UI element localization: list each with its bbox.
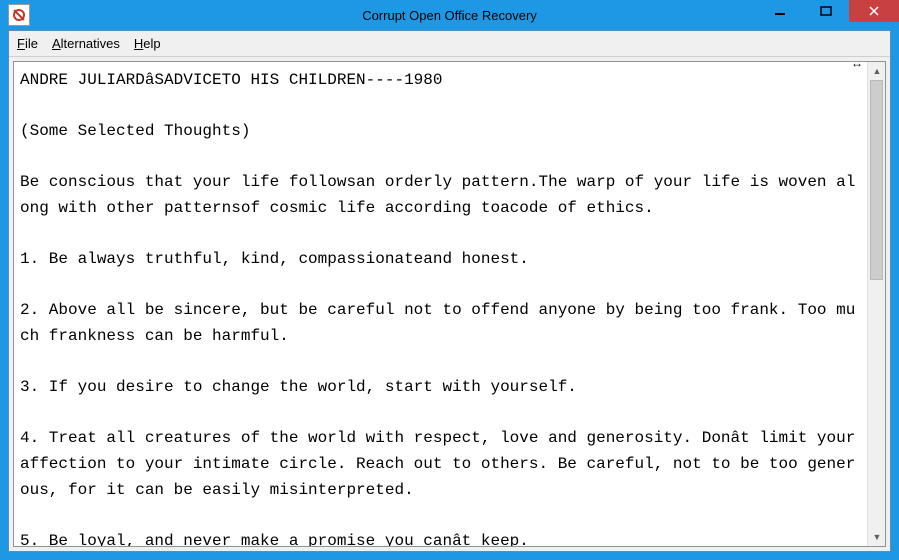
- scroll-up-arrow-icon[interactable]: ▲: [868, 62, 886, 80]
- titlebar[interactable]: Corrupt Open Office Recovery: [0, 0, 899, 30]
- menu-file[interactable]: File: [17, 36, 38, 51]
- client-area: File Alternatives Help ↔ ANDRE JULIARDâS…: [8, 30, 891, 552]
- scrollbar-thumb[interactable]: [870, 80, 883, 280]
- scroll-down-arrow-icon[interactable]: ▼: [868, 528, 886, 546]
- minimize-icon: [774, 5, 786, 17]
- menu-help[interactable]: Help: [134, 36, 161, 51]
- menu-alternatives[interactable]: Alternatives: [52, 36, 120, 51]
- close-icon: [868, 5, 880, 17]
- app-icon: [8, 4, 30, 26]
- document-text[interactable]: ANDRE JULIARDâSADVICETO HIS CHILDREN----…: [14, 62, 867, 546]
- window-controls: [757, 0, 899, 22]
- vertical-scrollbar[interactable]: ▲ ▼: [867, 62, 885, 546]
- maximize-icon: [820, 5, 832, 17]
- minimize-button[interactable]: [757, 0, 803, 22]
- menubar: File Alternatives Help: [9, 31, 890, 57]
- maximize-button[interactable]: [803, 0, 849, 22]
- editor-container: ↔ ANDRE JULIARDâSADVICETO HIS CHILDREN--…: [13, 61, 886, 547]
- close-button[interactable]: [849, 0, 899, 22]
